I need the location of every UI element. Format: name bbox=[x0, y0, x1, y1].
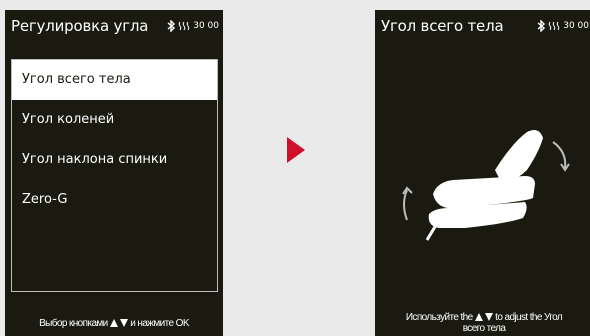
bluetooth-icon bbox=[537, 20, 546, 32]
hint-text-start: Используйте the bbox=[405, 312, 473, 323]
full-body-angle-screen: Угол всего тела 30 00 Используйте the to… bbox=[375, 10, 590, 336]
navigation-hint: Выбор кнопками и нажмите OK bbox=[5, 318, 223, 329]
down-arrow-icon bbox=[120, 319, 129, 328]
menu-item-zero-g[interactable]: Zero-G bbox=[12, 180, 217, 220]
menu-item-knee-angle[interactable]: Угол коленей bbox=[12, 100, 217, 140]
status-icons: 30 00 bbox=[537, 20, 589, 32]
heat-icon bbox=[548, 21, 560, 31]
hint-text-start: Выбор кнопками bbox=[39, 318, 108, 329]
up-arrow-icon bbox=[474, 313, 483, 322]
next-arrow-icon bbox=[287, 137, 305, 163]
screen-title: Угол всего тела bbox=[381, 17, 504, 35]
timer-value: 30 00 bbox=[193, 21, 219, 31]
screen-title: Регулировка угла bbox=[11, 17, 149, 35]
menu-item-full-body-angle[interactable]: Угол всего тела bbox=[12, 60, 217, 100]
menu-item-backrest-angle[interactable]: Угол наклона спинки bbox=[12, 140, 217, 180]
bluetooth-icon bbox=[167, 20, 176, 32]
adjust-hint: Используйте the to adjust the Угол всего… bbox=[375, 312, 590, 334]
massage-chair-icon bbox=[425, 130, 543, 241]
hint-text-line2: всего тела bbox=[462, 323, 506, 334]
heat-icon bbox=[178, 21, 190, 31]
angle-menu: Угол всего тела Угол коленей Угол наклон… bbox=[11, 59, 218, 292]
status-icons: 30 00 bbox=[167, 20, 219, 32]
up-arrow-icon bbox=[109, 319, 118, 328]
hint-text-end: to adjust the Угол bbox=[495, 312, 563, 323]
angle-adjust-menu-screen: Регулировка угла 30 00 Угол всего тела У… bbox=[5, 10, 223, 336]
down-arrow-icon bbox=[484, 313, 493, 322]
hint-text-end: и нажмите OK bbox=[130, 318, 189, 329]
recline-illustration bbox=[402, 130, 570, 241]
timer-value: 30 00 bbox=[563, 21, 589, 31]
